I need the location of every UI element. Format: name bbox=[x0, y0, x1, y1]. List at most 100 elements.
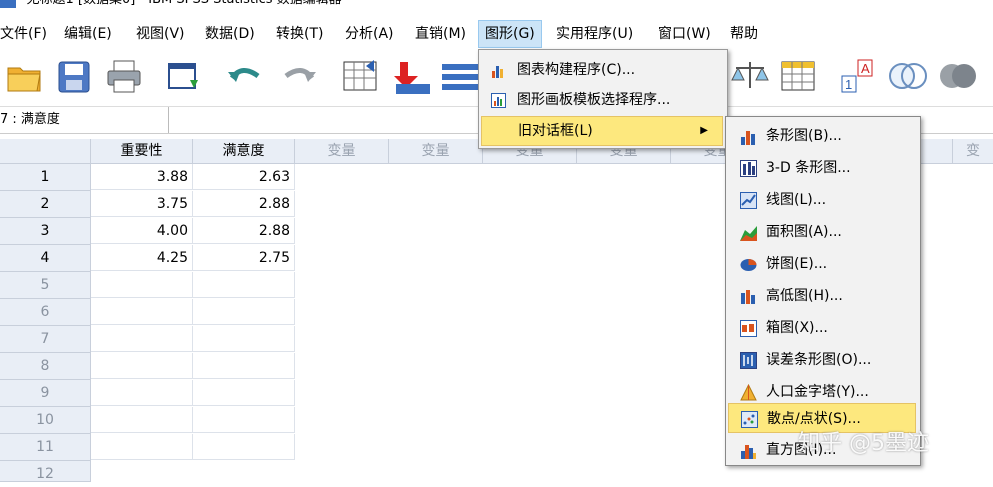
row-number[interactable]: 12 bbox=[0, 461, 91, 482]
menu-utilities[interactable]: 实用程序(U) bbox=[550, 20, 639, 48]
submenu-arrow-icon: ▶ bbox=[700, 125, 708, 136]
menu-window[interactable]: 窗口(W) bbox=[652, 20, 717, 48]
value-labels-grid-icon[interactable] bbox=[778, 56, 818, 96]
bar-chart-icon bbox=[492, 66, 503, 78]
error-bar-icon bbox=[740, 352, 757, 369]
row-number[interactable]: 11 bbox=[0, 434, 91, 461]
legacy-dialogs-submenu: 条形图(B)... 3-D 条形图... 线图(L)... 面积图(A)... … bbox=[725, 116, 921, 466]
print-icon[interactable] bbox=[104, 56, 144, 96]
row-number[interactable]: 8 bbox=[0, 353, 91, 380]
menu-item-chart-builder[interactable]: 图表构建程序(C)... bbox=[481, 56, 723, 84]
menu-bar: 文件(F) 编辑(E) 视图(V) 数据(D) 转换(T) 分析(A) 直销(M… bbox=[0, 20, 993, 48]
template-icon bbox=[491, 93, 506, 108]
show-all-variables-icon[interactable] bbox=[938, 56, 978, 96]
row-number[interactable]: 3 bbox=[0, 218, 91, 245]
cell-satisfaction[interactable] bbox=[193, 326, 295, 352]
cell-importance[interactable] bbox=[91, 434, 193, 460]
cell-satisfaction[interactable] bbox=[193, 353, 295, 379]
menu-item-template-chooser[interactable]: 图形画板模板选择程序... bbox=[481, 86, 723, 114]
undo-icon[interactable] bbox=[224, 56, 264, 96]
dialog-recall-icon[interactable] bbox=[164, 56, 204, 96]
cell-satisfaction[interactable] bbox=[193, 299, 295, 325]
cell-satisfaction[interactable]: 2.88 bbox=[193, 218, 295, 244]
goto-variable-icon[interactable] bbox=[392, 56, 432, 96]
menu-file[interactable]: 文件(F) bbox=[0, 20, 53, 48]
menu-edit[interactable]: 编辑(E) bbox=[58, 20, 118, 48]
column-header-var[interactable]: 变量 bbox=[389, 139, 483, 164]
submenu-item-high-low[interactable]: 高低图(H)... bbox=[728, 281, 916, 311]
submenu-item-pie[interactable]: 饼图(E)... bbox=[728, 249, 916, 279]
bar-chart-icon bbox=[741, 131, 755, 145]
graphs-menu: 图表构建程序(C)... 图形画板模板选择程序... 旧对话框(L) ▶ bbox=[478, 49, 728, 149]
cell-satisfaction[interactable] bbox=[193, 272, 295, 298]
svg-text:A: A bbox=[861, 61, 870, 76]
row-number[interactable]: 10 bbox=[0, 407, 91, 434]
cell-importance[interactable] bbox=[91, 407, 193, 433]
weight-cases-icon[interactable] bbox=[730, 56, 770, 96]
column-header-var[interactable]: 变量 bbox=[295, 139, 389, 164]
area-chart-icon bbox=[740, 226, 757, 241]
menu-analyze[interactable]: 分析(A) bbox=[339, 20, 400, 48]
submenu-item-3d-bar[interactable]: 3-D 条形图... bbox=[728, 153, 916, 183]
cell-importance[interactable] bbox=[91, 326, 193, 352]
row-number[interactable]: 1 bbox=[0, 164, 91, 191]
svg-text:1: 1 bbox=[845, 77, 852, 92]
column-header-importance[interactable]: 重要性 bbox=[91, 139, 193, 164]
bar-3d-icon bbox=[740, 160, 757, 177]
save-icon[interactable] bbox=[54, 56, 94, 96]
menu-transform[interactable]: 转换(T) bbox=[270, 20, 329, 48]
scatter-icon bbox=[741, 411, 758, 428]
cell-satisfaction[interactable] bbox=[193, 407, 295, 433]
title-bar: *无标题1 [数据集0] - IBM SPSS Statistics 数据编辑器 bbox=[0, 0, 993, 16]
use-variable-sets-icon[interactable] bbox=[888, 56, 928, 96]
corner-cell[interactable] bbox=[0, 139, 91, 164]
cell-importance[interactable] bbox=[91, 299, 193, 325]
menu-item-legacy-dialogs[interactable]: 旧对话框(L) ▶ bbox=[481, 116, 723, 146]
boxplot-icon bbox=[740, 320, 757, 337]
menu-graphs[interactable]: 图形(G) bbox=[478, 20, 542, 48]
histogram-icon bbox=[741, 445, 756, 459]
pyramid-icon bbox=[740, 384, 757, 401]
row-number[interactable]: 4 bbox=[0, 245, 91, 272]
cell-importance[interactable] bbox=[91, 353, 193, 379]
menu-view[interactable]: 视图(V) bbox=[130, 20, 191, 48]
menu-direct-marketing[interactable]: 直销(M) bbox=[409, 20, 472, 48]
cell-importance[interactable]: 4.00 bbox=[91, 218, 193, 244]
cell-importance[interactable]: 3.75 bbox=[91, 191, 193, 217]
submenu-item-area[interactable]: 面积图(A)... bbox=[728, 217, 916, 247]
variables-icon[interactable] bbox=[440, 56, 480, 96]
cell-satisfaction[interactable] bbox=[193, 434, 295, 460]
cell-importance[interactable] bbox=[91, 380, 193, 406]
spss-app-icon bbox=[0, 0, 16, 8]
pie-chart-icon bbox=[740, 259, 757, 271]
cell-importance[interactable]: 3.88 bbox=[91, 164, 193, 190]
row-number[interactable]: 7 bbox=[0, 326, 91, 353]
cell-satisfaction[interactable]: 2.63 bbox=[193, 164, 295, 190]
cell-reference: 7 : 满意度 bbox=[0, 107, 169, 133]
menu-data[interactable]: 数据(D) bbox=[199, 20, 261, 48]
cell-satisfaction[interactable]: 2.75 bbox=[193, 245, 295, 271]
high-low-icon bbox=[741, 290, 755, 304]
menu-help[interactable]: 帮助 bbox=[724, 20, 764, 48]
column-header-var[interactable]: 变 bbox=[953, 139, 993, 164]
row-number[interactable]: 9 bbox=[0, 380, 91, 407]
cell-satisfaction[interactable]: 2.88 bbox=[193, 191, 295, 217]
cell-importance[interactable] bbox=[91, 272, 193, 298]
window-title: *无标题1 [数据集0] - IBM SPSS Statistics 数据编辑器 bbox=[20, 0, 342, 9]
watermark: 知乎 @5墨迹 bbox=[798, 431, 929, 456]
cell-importance[interactable]: 4.25 bbox=[91, 245, 193, 271]
row-number[interactable]: 6 bbox=[0, 299, 91, 326]
redo-icon[interactable] bbox=[280, 56, 320, 96]
cell-satisfaction[interactable] bbox=[193, 380, 295, 406]
row-number[interactable]: 2 bbox=[0, 191, 91, 218]
line-chart-icon bbox=[740, 192, 757, 209]
submenu-item-line[interactable]: 线图(L)... bbox=[728, 185, 916, 215]
row-number[interactable]: 5 bbox=[0, 272, 91, 299]
submenu-item-error-bar[interactable]: 误差条形图(O)... bbox=[728, 345, 916, 375]
value-labels-icon[interactable]: A 1 bbox=[838, 56, 878, 96]
goto-case-icon[interactable] bbox=[340, 56, 380, 96]
column-header-satisfaction[interactable]: 满意度 bbox=[193, 139, 295, 164]
submenu-item-boxplot[interactable]: 箱图(X)... bbox=[728, 313, 916, 343]
submenu-item-bar[interactable]: 条形图(B)... bbox=[728, 121, 916, 151]
open-folder-icon[interactable] bbox=[4, 56, 44, 96]
